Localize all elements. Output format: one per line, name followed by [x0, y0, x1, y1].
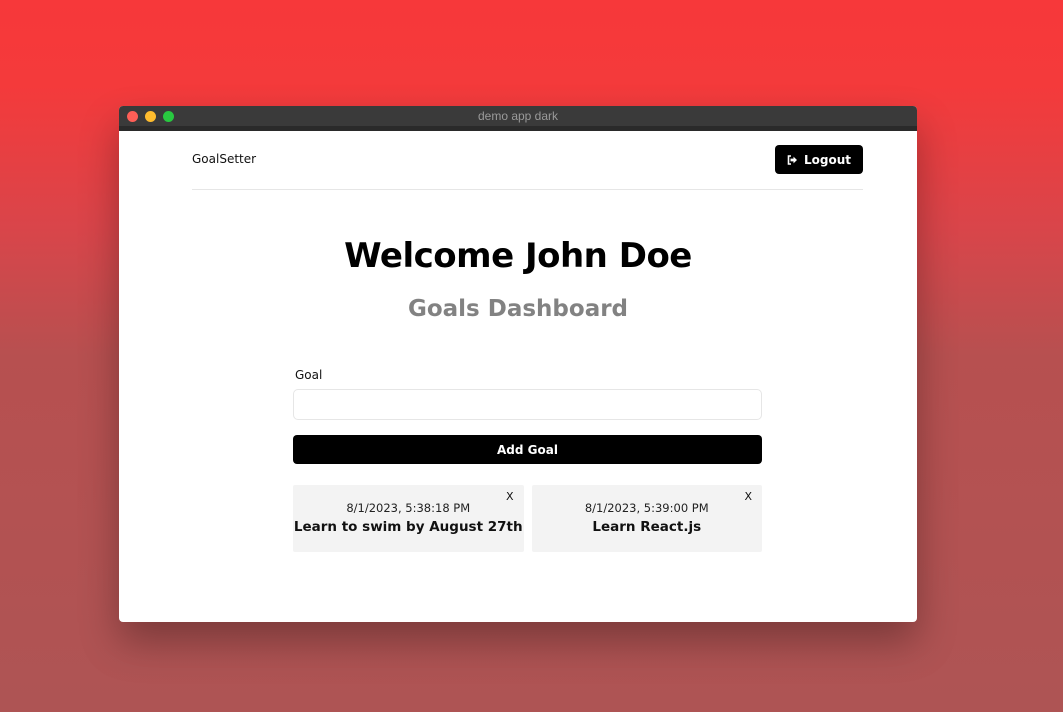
window-titlebar[interactable]: demo app dark [119, 106, 917, 131]
logout-label: Logout [803, 152, 851, 167]
add-goal-button[interactable]: Add Goal [293, 435, 762, 464]
goal-date: 8/1/2023, 5:39:00 PM [584, 501, 709, 515]
goal-text: Learn React.js [592, 519, 702, 535]
window-title: demo app dark [477, 109, 559, 123]
app-window: demo app dark GoalSetter Logout Welcome … [119, 106, 917, 622]
goal-input[interactable] [293, 389, 762, 420]
sign-out-icon [787, 154, 798, 165]
dashboard-subheading: Goals Dashboard [407, 296, 629, 322]
brand-link[interactable]: GoalSetter [192, 152, 256, 166]
goal-date: 8/1/2023, 5:38:18 PM [346, 501, 471, 515]
app-header: GoalSetter Logout [192, 131, 863, 190]
logout-button[interactable]: Logout [775, 145, 863, 174]
welcome-heading: Welcome John Doe [344, 236, 692, 276]
goal-field-label: Goal [295, 368, 323, 382]
goal-text: Learn to swim by August 27th [293, 519, 523, 535]
goal-card: X 8/1/2023, 5:39:00 PM Learn React.js [531, 485, 762, 552]
goal-card: X 8/1/2023, 5:38:18 PM Learn to swim by … [293, 485, 524, 552]
goal-form: Goal Add Goal [293, 368, 762, 464]
goals-list: X 8/1/2023, 5:38:18 PM Learn to swim by … [293, 485, 762, 552]
